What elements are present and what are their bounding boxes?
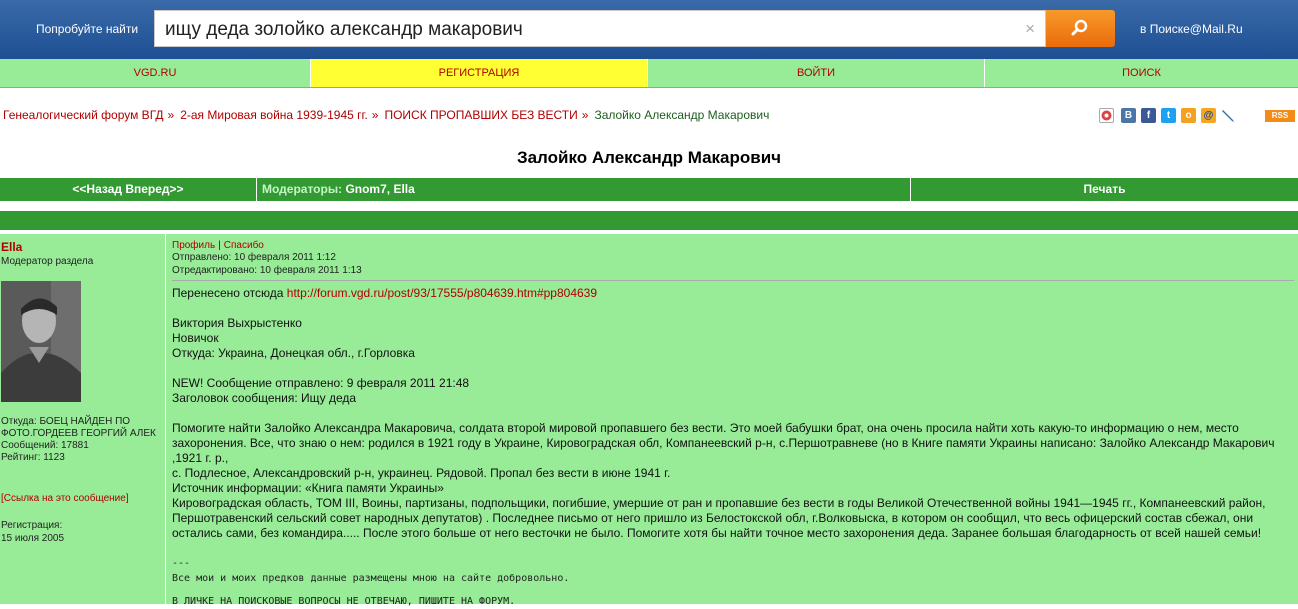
forum-post: Ella Модератор раздела Откуда: БОЕЦ НАЙД… (0, 234, 1298, 607)
breadcrumb-forum[interactable]: Генеалогический форум ВГД (3, 108, 164, 122)
author-rating: Рейтинг: 1123 (1, 452, 65, 463)
avatar (1, 281, 81, 402)
divider-bar (0, 211, 1298, 230)
actions-separator: | (218, 240, 221, 251)
registration-date: 15 июля 2005 (1, 533, 65, 544)
signature-line: Все мои и моих предков данные размещены … (172, 573, 570, 584)
nav-search[interactable]: ПОИСК (985, 59, 1298, 87)
author-messages: Сообщений: 17881 (1, 440, 89, 451)
breadcrumb-separator: » (581, 108, 589, 122)
quoted-meta-line: Заголовок сообщения: Ищу деда (172, 391, 357, 405)
nav-register[interactable]: РЕГИСТРАЦИЯ (311, 59, 648, 87)
search-query-text[interactable]: ищу деда золойко александр макарович (165, 19, 523, 41)
breadcrumb-missing[interactable]: ПОИСК ПРОПАВШИХ БЕЗ ВЕСТИ (384, 108, 577, 122)
livejournal-icon[interactable] (1221, 108, 1236, 123)
post-edited-time: Отредактировано: 10 февраля 2011 1:13 (172, 265, 362, 276)
post-body: Перенесено отсюда http://forum.vgd.ru/po… (172, 286, 1296, 609)
breadcrumb-ww2[interactable]: 2-ая Мировая война 1939-1945 гг. (180, 108, 368, 122)
author-from: Откуда: БОЕЦ НАЙДЕН ПО (1, 416, 131, 427)
message-line: ,1921 г. р., (172, 451, 229, 465)
search-prompt-label: Попробуйте найти (36, 22, 139, 36)
message-line: Помогите найти Залойко Александра Макаро… (172, 421, 1239, 435)
quoted-author-line: Откуда: Украина, Донецкая обл., г.Горлов… (172, 346, 415, 360)
facebook-icon[interactable]: f (1141, 108, 1156, 123)
vk-icon[interactable]: B (1121, 108, 1136, 123)
mailru-icon[interactable]: @ (1201, 108, 1216, 123)
mail-search-link[interactable]: в Поиске@Mail.Ru (1140, 22, 1243, 36)
quoted-author-line: Новичок (172, 331, 219, 345)
nav-vgd[interactable]: VGD.RU (0, 59, 311, 87)
search-header: Попробуйте найти ищу деда золойко алекса… (0, 0, 1298, 59)
message-line: остались сами, без командира..... После … (172, 526, 1262, 540)
thanks-link[interactable]: Спасибо (224, 240, 264, 251)
print-button[interactable]: Печать (911, 178, 1298, 201)
author-name[interactable]: Ella (1, 240, 22, 254)
quoted-author-line: Виктория Выхрыстенко (172, 316, 302, 330)
message-line: Першотравенский сельский совет народных … (172, 511, 1254, 525)
registration-label: Регистрация: (1, 520, 63, 531)
breadcrumb-separator: » (167, 108, 175, 122)
message-line: захоронения. Все, что знаю о нем: родилс… (172, 436, 1275, 450)
rss-button[interactable]: RSS (1265, 110, 1295, 122)
back-forward-nav[interactable]: <<Назад Вперед>> (0, 178, 257, 201)
permalink-link[interactable]: [Ссылка на это сообщение] (1, 493, 129, 504)
page-title: Залойко Александр Макарович (516, 148, 782, 167)
post-sent-time: Отправлено: 10 февраля 2011 1:12 (172, 252, 336, 263)
twitter-icon[interactable]: t (1161, 108, 1176, 123)
topic-toolbar: <<Назад Вперед>> Модераторы: Gnom7, Ella… (0, 178, 1298, 201)
moved-notice: Перенесено отсюда http://forum.vgd.ru/po… (172, 286, 1296, 301)
post-divider (172, 280, 1294, 281)
author-panel: Ella Модератор раздела Откуда: БОЕЦ НАЙД… (0, 234, 166, 604)
moderators-label: Модераторы: (262, 182, 343, 196)
message-line: Источник информации: «Книга памяти Украи… (172, 481, 444, 495)
bookmark-icon[interactable] (1099, 108, 1114, 123)
signature-dash: --- (172, 558, 191, 569)
breadcrumb: Генеалогический форум ВГД» 2-ая Мировая в… (3, 108, 769, 122)
message-line: Кировоградская область, ТОМ III, Воины, … (172, 496, 1266, 510)
post-message: Профиль | Спасибо Отправлено: 10 февраля 2… (172, 240, 1296, 609)
odnoklassniki-icon[interactable]: о (1181, 108, 1196, 123)
message-line: с. Подлесное, Александровский р-н, украи… (172, 466, 671, 480)
moved-url-link[interactable]: http://forum.vgd.ru/post/93/17555/p80463… (287, 286, 597, 300)
author-registration: Регистрация: 15 июля 2005 (1, 519, 64, 545)
author-rank: Модератор раздела (1, 256, 94, 267)
post-actions: Профиль | Спасибо (172, 240, 1296, 251)
moderators-cell: Модераторы: Gnom7, Ella (257, 178, 911, 201)
quoted-meta-line: NEW! Сообщение отправлено: 9 февраля 201… (172, 376, 470, 390)
moved-label: Перенесено отсюда (172, 286, 284, 300)
moderators-list[interactable]: Gnom7, Ella (345, 182, 414, 196)
author-info: Откуда: БОЕЦ НАЙДЕН ПО ФОТО.ГОРДЕЕВ ГЕОР… (1, 416, 156, 464)
search-button[interactable] (1046, 10, 1115, 47)
search-icon (1071, 19, 1088, 36)
clear-search-icon[interactable]: × (1025, 19, 1035, 39)
author-from-cont: ФОТО.ГОРДЕЕВ ГЕОРГИЙ АЛЕК (1, 428, 156, 439)
signature-line: В ЛИЧКЕ НА ПОИСКОВЫЕ ВОПРОСЫ НЕ ОТВЕЧАЮ,… (172, 596, 516, 607)
nav-login[interactable]: ВОЙТИ (648, 59, 985, 87)
search-input[interactable]: ищу деда золойко александр макарович × (154, 10, 1046, 47)
breadcrumb-separator: » (371, 108, 379, 122)
forum-nav: VGD.RU РЕГИСТРАЦИЯ ВОЙТИ ПОИСК (0, 59, 1298, 88)
breadcrumb-current: Залойко Александр Макарович (594, 108, 770, 122)
profile-link[interactable]: Профиль (172, 240, 215, 251)
